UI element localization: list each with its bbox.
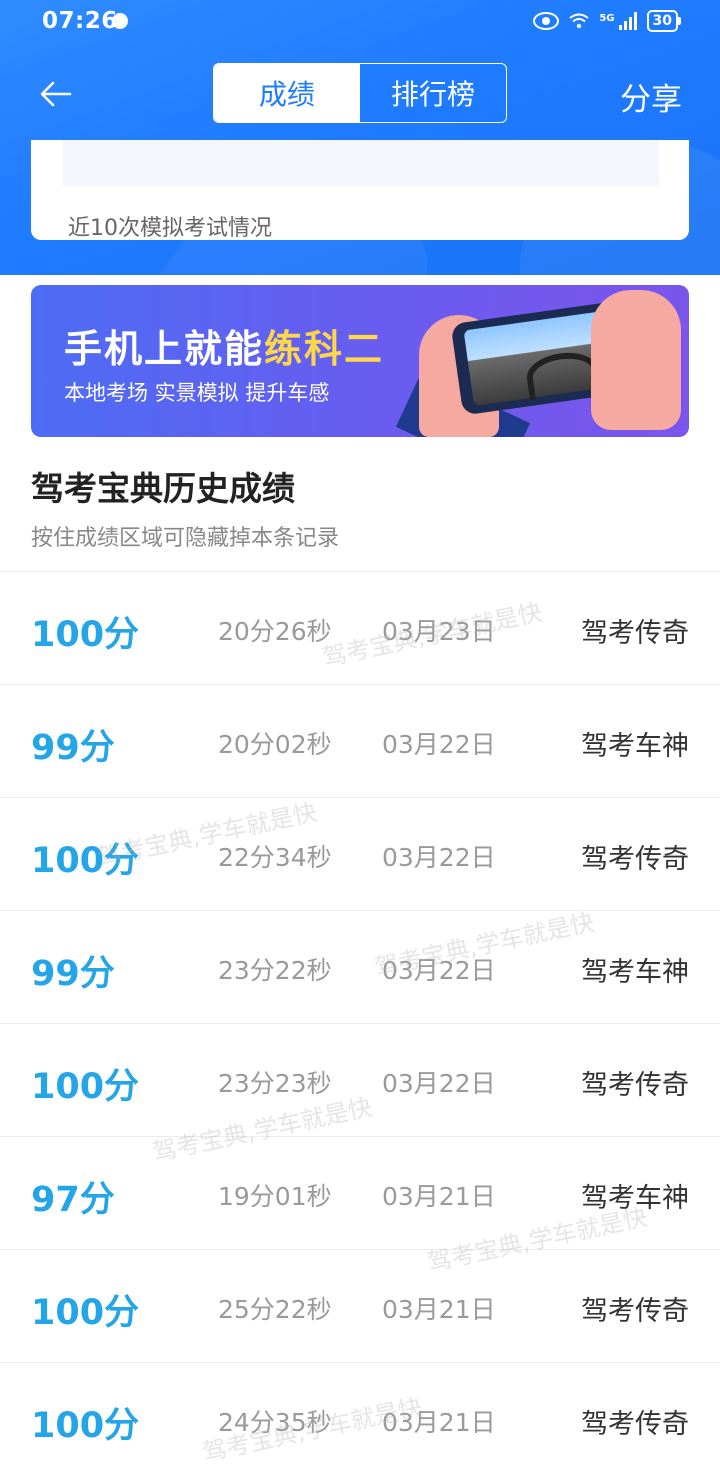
record-score: 100分 xyxy=(31,841,140,881)
history-title: 驾考宝典历史成绩 xyxy=(31,469,295,508)
record-level: 驾考传奇 xyxy=(581,618,689,649)
record-duration: 20分26秒 xyxy=(218,617,332,646)
tab-ranking[interactable]: 排行榜 xyxy=(360,64,506,122)
record-duration: 20分02秒 xyxy=(218,730,332,759)
banner-title-highlight: 练科二 xyxy=(264,327,385,371)
promo-banner[interactable]: 手机上就能练科二 本地考场 实景模拟 提升车感 xyxy=(31,285,689,437)
record-duration: 24分35秒 xyxy=(218,1408,332,1437)
record-date: 03月21日 xyxy=(382,1408,496,1437)
battery-icon: 30 xyxy=(646,10,682,32)
status-bar: 07:26 5G 30 xyxy=(0,0,720,46)
chart-caption: 近10次模拟考试情况 xyxy=(68,216,272,241)
record-date: 03月21日 xyxy=(382,1295,496,1324)
record-level: 驾考传奇 xyxy=(581,1409,689,1440)
hand-illustration xyxy=(591,290,681,430)
record-level: 驾考传奇 xyxy=(581,844,689,875)
back-arrow-icon[interactable] xyxy=(38,78,74,110)
recent-exams-card: 近10次模拟考试情况 xyxy=(31,140,689,241)
record-level: 驾考车神 xyxy=(581,957,689,988)
history-row[interactable]: 99分 20分02秒 03月22日 驾考车神 xyxy=(0,684,720,797)
record-date: 03月21日 xyxy=(382,1182,496,1211)
record-score: 99分 xyxy=(31,954,115,994)
history-row[interactable]: 100分 22分34秒 03月22日 驾考传奇 xyxy=(0,797,720,910)
record-score: 100分 xyxy=(31,615,140,655)
history-row[interactable]: 100分 20分26秒 03月23日 驾考传奇 xyxy=(0,571,720,684)
history-row[interactable]: 97分 19分01秒 03月21日 驾考车神 xyxy=(0,1136,720,1249)
record-date: 03月22日 xyxy=(382,730,496,759)
share-button[interactable]: 分享 xyxy=(620,74,682,119)
record-date: 03月22日 xyxy=(382,843,496,872)
record-duration: 23分22秒 xyxy=(218,956,332,985)
signal-icon xyxy=(618,12,637,30)
header-background: 07:26 5G 30 成绩 排行榜 分享 近10次模拟考试情况 xyxy=(0,0,720,275)
tab-score[interactable]: 成绩 xyxy=(214,64,360,122)
chart-area xyxy=(63,140,659,186)
network-type: 5G xyxy=(599,12,615,24)
record-duration: 22分34秒 xyxy=(218,843,332,872)
record-level: 驾考传奇 xyxy=(581,1070,689,1101)
history-row[interactable]: 100分 23分23秒 03月22日 驾考传奇 xyxy=(0,1023,720,1136)
record-date: 03月23日 xyxy=(382,617,496,646)
record-score: 100分 xyxy=(31,1067,140,1107)
record-duration: 19分01秒 xyxy=(218,1182,332,1211)
recording-icon xyxy=(112,13,128,29)
record-level: 驾考车神 xyxy=(581,731,689,762)
banner-title-text: 手机上就能 xyxy=(64,327,265,371)
tab-switcher: 成绩 排行榜 xyxy=(213,63,507,123)
eye-icon xyxy=(533,12,560,30)
record-date: 03月22日 xyxy=(382,956,496,985)
record-score: 99分 xyxy=(31,728,115,768)
record-score: 97分 xyxy=(31,1180,115,1220)
history-row[interactable]: 100分 24分35秒 03月21日 驾考传奇 xyxy=(0,1362,720,1475)
banner-title: 手机上就能练科二 xyxy=(64,318,384,373)
history-row[interactable]: 99分 23分22秒 03月22日 驾考车神 xyxy=(0,910,720,1023)
record-level: 驾考车神 xyxy=(581,1183,689,1214)
record-date: 03月22日 xyxy=(382,1069,496,1098)
history-hint: 按住成绩区域可隐藏掉本条记录 xyxy=(31,526,340,551)
record-score: 100分 xyxy=(31,1406,140,1446)
record-duration: 25分22秒 xyxy=(218,1295,332,1324)
steering-wheel-icon xyxy=(524,348,602,401)
history-list: 100分 20分26秒 03月23日 驾考传奇 99分 20分02秒 03月22… xyxy=(0,571,720,1475)
history-row[interactable]: 100分 25分22秒 03月21日 驾考传奇 xyxy=(0,1249,720,1362)
record-level: 驾考传奇 xyxy=(581,1296,689,1327)
banner-subtitle: 本地考场 实景模拟 提升车感 xyxy=(64,381,330,405)
status-time: 07:26 xyxy=(42,8,118,34)
chart-x-ticks xyxy=(113,132,573,144)
record-duration: 23分23秒 xyxy=(218,1069,332,1098)
wifi-icon xyxy=(569,13,589,29)
record-score: 100分 xyxy=(31,1293,140,1333)
